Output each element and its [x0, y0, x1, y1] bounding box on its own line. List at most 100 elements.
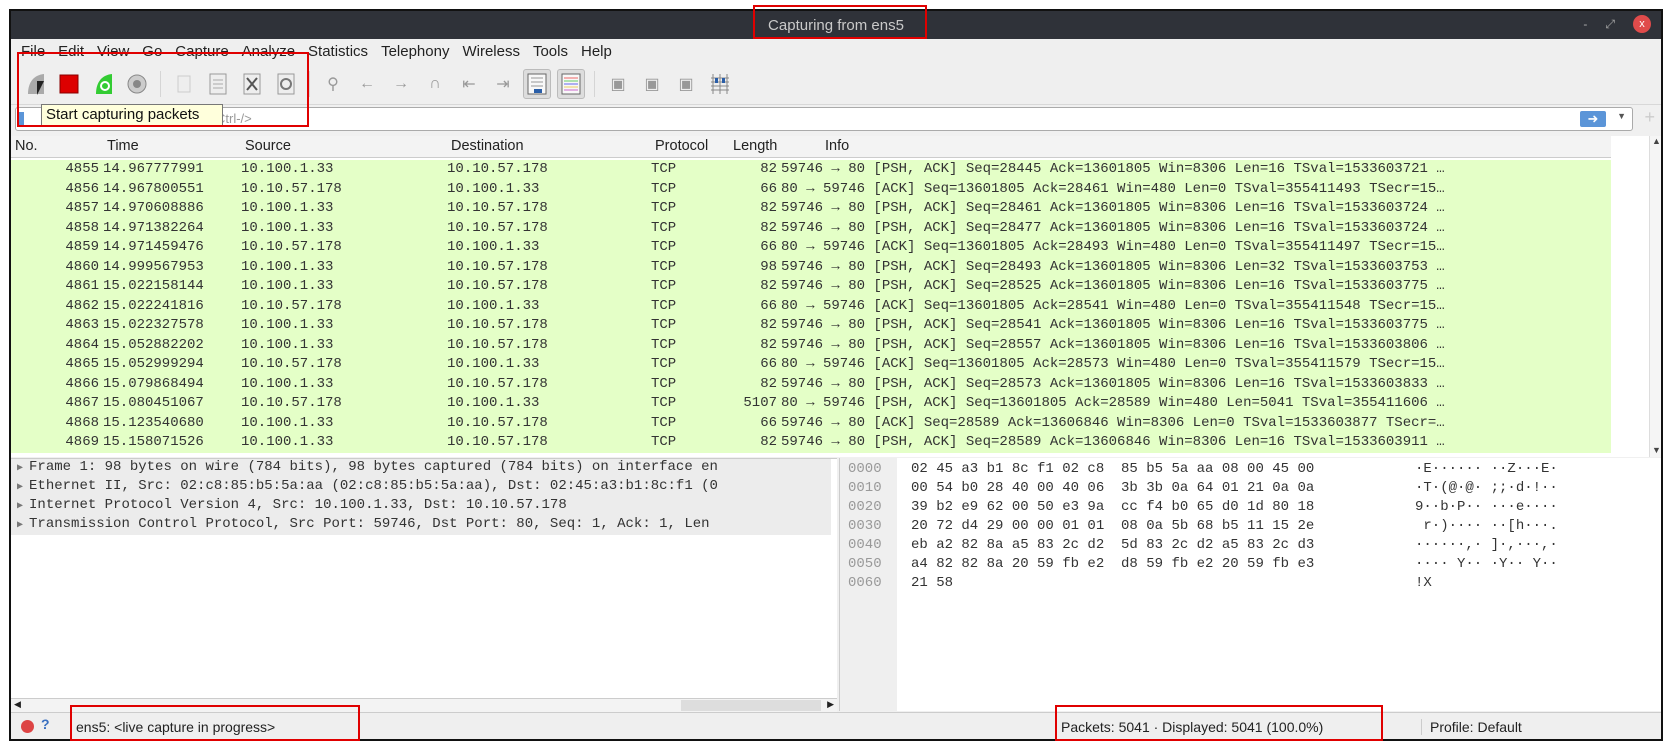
- find-packet-icon[interactable]: ⚲: [319, 69, 347, 99]
- toolbar-separator: [160, 70, 161, 97]
- expert-info-icon[interactable]: ?: [41, 716, 50, 732]
- column-header-length[interactable]: Length: [733, 138, 777, 154]
- stop-capture-icon[interactable]: [55, 69, 83, 99]
- table-row[interactable]: 4856 14.967800551 10.10.57.178 10.100.1.33 T…: [11, 179, 1611, 199]
- table-row[interactable]: 4866 15.079868494 10.100.1.33 10.10.57.178 T…: [11, 374, 1611, 394]
- hex-bytes[interactable]: 02 45 a3 b1 8c f1 02 c8 85 b5 5a aa 08 0…: [911, 461, 1314, 477]
- menu-edit[interactable]: Edit: [58, 43, 84, 60]
- maximize-button[interactable]: ⤢: [1605, 17, 1615, 32]
- hex-ascii[interactable]: ·T·(@·@· ;;·d·!··: [1415, 480, 1558, 496]
- hex-bytes[interactable]: eb a2 82 8a a5 83 2c d2 5d 83 2c d2 a5 8…: [911, 537, 1314, 553]
- table-row[interactable]: 4862 15.022241816 10.10.57.178 10.100.1.33 T…: [11, 296, 1611, 316]
- expand-arrow-icon[interactable]: ▶: [17, 501, 23, 512]
- expand-arrow-icon[interactable]: ▶: [17, 463, 23, 474]
- scrollbar-thumb[interactable]: [681, 700, 821, 711]
- normal-size-icon[interactable]: ▣: [672, 69, 700, 99]
- profile-text[interactable]: Profile: Default: [1421, 719, 1522, 735]
- column-header-protocol[interactable]: Protocol: [655, 138, 708, 154]
- start-capture-icon[interactable]: [21, 69, 49, 99]
- menu-capture[interactable]: Capture: [175, 43, 228, 60]
- cell-destination: 10.100.1.33: [447, 297, 540, 314]
- packet-list-scrollbar[interactable]: ▲ ▼: [1649, 136, 1661, 457]
- table-row[interactable]: 4863 15.022327578 10.100.1.33 10.10.57.178 T…: [11, 316, 1611, 336]
- go-back-icon[interactable]: ←: [353, 69, 381, 99]
- menu-telephony[interactable]: Telephony: [381, 43, 449, 60]
- column-header-no[interactable]: No.: [15, 138, 38, 154]
- go-to-packet-icon[interactable]: ∩: [421, 69, 449, 99]
- expand-arrow-icon[interactable]: ▶: [17, 520, 23, 531]
- table-row[interactable]: 4858 14.971382264 10.100.1.33 10.10.57.178 T…: [11, 218, 1611, 238]
- bookmark-icon[interactable]: [19, 112, 24, 126]
- minimize-button[interactable]: -: [1583, 17, 1587, 31]
- restart-capture-icon[interactable]: [89, 69, 117, 99]
- hex-ascii[interactable]: r·)···· ··[h···.: [1415, 518, 1557, 534]
- hex-ascii[interactable]: !X: [1415, 575, 1432, 591]
- table-row[interactable]: 4864 15.052882202 10.100.1.33 10.10.57.178 T…: [11, 335, 1611, 355]
- table-row[interactable]: 4869 15.158071526 10.100.1.33 10.10.57.178 T…: [11, 433, 1611, 453]
- column-header-time[interactable]: Time: [107, 138, 139, 154]
- cell-length: 82: [760, 434, 777, 450]
- cell-info: 80 → 59746 [ACK] Seq=13601805 Ack=28461 …: [781, 180, 1445, 197]
- save-file-icon[interactable]: [204, 69, 232, 99]
- menu-view[interactable]: View: [97, 43, 129, 60]
- details-horizontal-scrollbar[interactable]: ◀ ▶: [11, 698, 837, 712]
- menu-analyze[interactable]: Analyze: [242, 43, 295, 60]
- hex-bytes[interactable]: 39 b2 e9 62 00 50 e3 9a cc f4 b0 65 d0 1…: [911, 499, 1314, 515]
- hex-ascii[interactable]: ······,· ]·,···,·: [1415, 537, 1558, 553]
- hex-ascii[interactable]: 9··b·P·· ···e····: [1415, 499, 1558, 515]
- hex-bytes[interactable]: 21 58: [911, 575, 953, 591]
- hex-bytes[interactable]: 00 54 b0 28 40 00 40 06 3b 3b 0a 64 01 2…: [911, 480, 1314, 496]
- last-packet-icon[interactable]: ⇥: [489, 69, 517, 99]
- menu-go[interactable]: Go: [142, 43, 162, 60]
- table-row[interactable]: 4861 15.022158144 10.100.1.33 10.10.57.178 T…: [11, 277, 1611, 297]
- cell-destination: 10.10.57.178: [447, 258, 548, 275]
- column-header-source[interactable]: Source: [245, 138, 291, 154]
- column-header-info[interactable]: Info: [825, 138, 849, 154]
- hex-bytes[interactable]: a4 82 82 8a 20 59 fb e2 d8 59 fb e2 20 5…: [911, 556, 1314, 572]
- capture-status-icon[interactable]: [21, 720, 34, 733]
- add-filter-button[interactable]: +: [1644, 107, 1655, 128]
- menu-help[interactable]: Help: [581, 43, 612, 60]
- expand-arrow-icon[interactable]: ▶: [17, 482, 23, 493]
- cell-time: 15.022327578: [103, 317, 204, 333]
- table-row[interactable]: 4857 14.970608886 10.100.1.33 10.10.57.178 T…: [11, 199, 1611, 219]
- go-forward-icon[interactable]: →: [387, 69, 415, 99]
- detail-tree-item[interactable]: ▶ Frame 1: 98 bytes on wire (784 bits), 9…: [11, 459, 831, 478]
- hex-bytes[interactable]: 20 72 d4 29 00 00 01 01 08 0a 5b 68 b5 1…: [911, 518, 1314, 534]
- hex-offset: 0020: [848, 499, 882, 515]
- menu-statistics[interactable]: Statistics: [308, 43, 368, 60]
- zoom-in-icon[interactable]: ▣: [604, 69, 632, 99]
- table-row[interactable]: 4855 14.967777991 10.100.1.33 10.10.57.178 T…: [11, 160, 1611, 180]
- apply-filter-arrow-icon[interactable]: ➜: [1580, 111, 1606, 127]
- menu-tools[interactable]: Tools: [533, 43, 568, 60]
- first-packet-icon[interactable]: ⇤: [455, 69, 483, 99]
- colorize-icon[interactable]: [557, 68, 585, 99]
- table-row[interactable]: 4867 15.080451067 10.10.57.178 10.100.1.33 T…: [11, 394, 1611, 414]
- cell-destination: 10.100.1.33: [447, 239, 540, 255]
- detail-tree-item[interactable]: ▶ Ethernet II, Src: 02:c8:85:b5:5a:aa (02…: [11, 478, 831, 497]
- table-row[interactable]: 4868 15.123540680 10.100.1.33 10.10.57.178 T…: [11, 413, 1611, 433]
- table-row[interactable]: 4859 14.971459476 10.10.57.178 10.100.1.33 T…: [11, 238, 1611, 258]
- cell-protocol: TCP: [651, 258, 677, 275]
- close-button[interactable]: x: [1633, 15, 1651, 33]
- cell-info: 59746 → 80 [PSH, ACK] Seq=28557 Ack=1360…: [781, 336, 1445, 353]
- cell-time: 15.052999294: [103, 356, 204, 372]
- zoom-out-icon[interactable]: ▣: [638, 69, 666, 99]
- column-header-destination[interactable]: Destination: [451, 138, 524, 154]
- autoscroll-icon[interactable]: [523, 68, 551, 99]
- display-filter-input[interactable]: Ctrl-/> ➜ ▼: [15, 107, 1633, 131]
- table-row[interactable]: 4860 14.999567953 10.100.1.33 10.10.57.178 T…: [11, 257, 1611, 277]
- hex-ascii[interactable]: ···· Y·· ·Y·· Y··: [1415, 556, 1558, 572]
- capture-options-icon[interactable]: [123, 69, 151, 99]
- resize-columns-icon[interactable]: [706, 69, 734, 99]
- menu-file[interactable]: File: [21, 43, 45, 60]
- detail-tree-item[interactable]: ▶ Internet Protocol Version 4, Src: 10.10…: [11, 497, 831, 516]
- table-row[interactable]: 4865 15.052999294 10.10.57.178 10.100.1.33 T…: [11, 355, 1611, 375]
- open-file-icon[interactable]: [170, 69, 198, 99]
- filter-dropdown-icon[interactable]: ▼: [1617, 111, 1626, 121]
- close-file-icon[interactable]: [238, 69, 266, 99]
- reload-file-icon[interactable]: [272, 69, 300, 99]
- detail-tree-item[interactable]: ▶ Transmission Control Protocol, Src Port…: [11, 516, 831, 535]
- menu-wireless[interactable]: Wireless: [462, 43, 520, 60]
- hex-ascii[interactable]: ·E······ ··Z···E·: [1415, 461, 1558, 477]
